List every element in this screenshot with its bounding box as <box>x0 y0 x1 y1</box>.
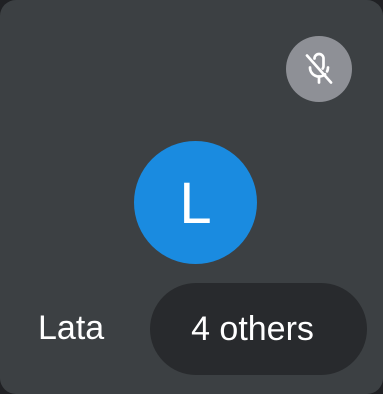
avatar: L <box>134 141 257 264</box>
participant-tile: L Lata 4 others <box>0 0 383 394</box>
avatar-initial: L <box>179 170 212 236</box>
others-label: 4 others <box>191 310 314 348</box>
mic-off-icon <box>301 51 337 87</box>
others-button[interactable]: 4 others <box>150 283 367 375</box>
participant-name: Lata <box>38 309 105 347</box>
mic-status-indicator <box>286 36 352 102</box>
